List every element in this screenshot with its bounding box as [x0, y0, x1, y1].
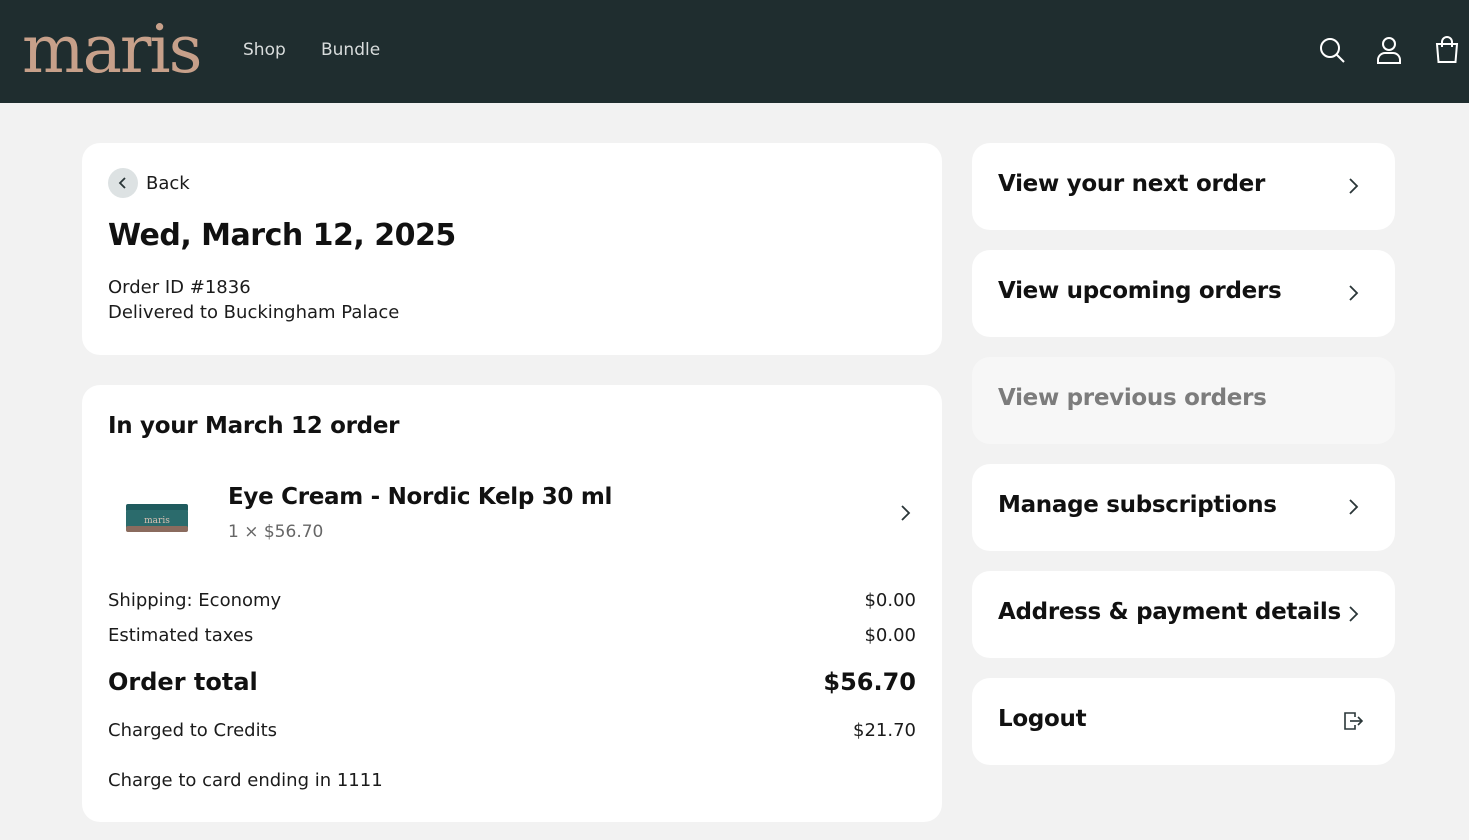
product-image-logo: maris [144, 516, 170, 526]
chevron-right-icon [1342, 175, 1364, 197]
total-row: Order total $56.70 [108, 668, 916, 696]
menu-address-payment[interactable]: Address & payment details [972, 571, 1395, 658]
account-icon[interactable] [1374, 35, 1404, 65]
menu-manage-subscriptions[interactable]: Manage subscriptions [972, 464, 1395, 551]
cart-icon[interactable] [1432, 35, 1462, 65]
taxes-row: Estimated taxes $0.00 [108, 625, 916, 646]
card-note-text: Charge to card ending in 1111 [108, 770, 383, 791]
back-button[interactable]: Back [108, 168, 190, 198]
menu-label: Logout [998, 706, 1087, 732]
chevron-right-icon [894, 502, 916, 524]
delivery-address: Delivered to Buckingham Palace [108, 302, 400, 323]
card-note: Charge to card ending in 1111 [108, 770, 916, 791]
nav-bundle[interactable]: Bundle [321, 38, 380, 62]
menu-label: Address & payment details [998, 599, 1341, 625]
order-date: Wed, March 12, 2025 [108, 218, 456, 253]
logout-icon [1342, 710, 1364, 732]
logo[interactable]: maris [22, 10, 202, 90]
back-label: Back [146, 172, 190, 194]
credits-value: $21.70 [853, 720, 916, 741]
taxes-value: $0.00 [864, 625, 916, 646]
menu-label: View upcoming orders [998, 278, 1282, 304]
menu-label: Manage subscriptions [998, 492, 1277, 518]
search-icon[interactable] [1317, 35, 1347, 65]
menu-logout[interactable]: Logout [972, 678, 1395, 765]
chevron-right-icon [1342, 282, 1364, 304]
order-header-card: Back Wed, March 12, 2025 Order ID #1836 … [82, 143, 942, 355]
total-value: $56.70 [823, 668, 916, 696]
order-id: Order ID #1836 [108, 277, 251, 298]
shipping-row: Shipping: Economy $0.00 [108, 590, 916, 611]
taxes-label: Estimated taxes [108, 625, 254, 646]
nav-shop[interactable]: Shop [243, 38, 286, 62]
menu-next-order[interactable]: View your next order [972, 143, 1395, 230]
menu-previous-orders[interactable]: View previous orders [972, 357, 1395, 444]
menu-label: View your next order [998, 171, 1266, 197]
product-image: maris [124, 502, 190, 534]
site-header: maris Shop Bundle [0, 0, 1469, 103]
chevron-left-icon [108, 168, 138, 198]
order-items-card: In your March 12 order maris Eye Cream -… [82, 385, 942, 822]
product-name: Eye Cream - Nordic Kelp 30 ml [228, 484, 613, 510]
menu-label: View previous orders [998, 385, 1267, 411]
section-title: In your March 12 order [108, 413, 400, 439]
shipping-label: Shipping: Economy [108, 590, 282, 611]
credits-row: Charged to Credits $21.70 [108, 720, 916, 741]
shipping-value: $0.00 [864, 590, 916, 611]
total-label: Order total [108, 668, 258, 696]
product-row[interactable]: maris Eye Cream - Nordic Kelp 30 ml 1 × … [108, 480, 916, 560]
chevron-right-icon [1342, 603, 1364, 625]
product-qty-price: 1 × $56.70 [228, 522, 324, 542]
menu-upcoming-orders[interactable]: View upcoming orders [972, 250, 1395, 337]
chevron-right-icon [1342, 496, 1364, 518]
credits-label: Charged to Credits [108, 720, 278, 741]
